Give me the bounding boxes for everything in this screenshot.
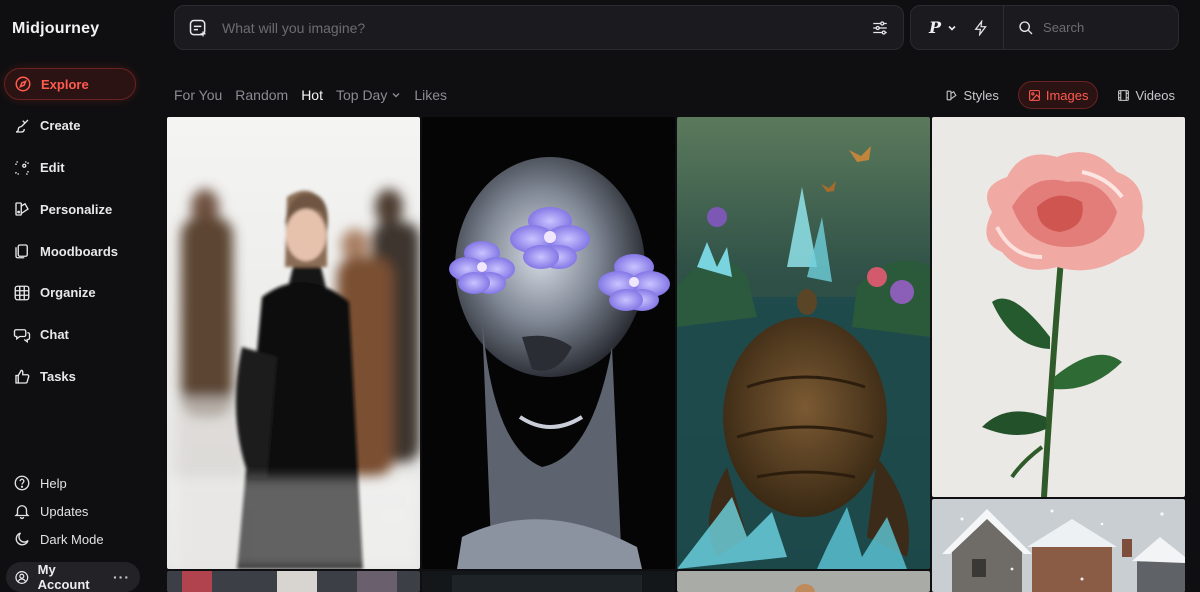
brand-logo[interactable]: Midjourney: [12, 20, 99, 38]
gallery-image-partial-3[interactable]: [677, 571, 930, 592]
image-prompt-icon[interactable]: [188, 18, 208, 38]
filter-random[interactable]: Random: [235, 87, 288, 103]
brush-icon: [15, 119, 29, 133]
nav-label: Personalize: [40, 201, 113, 217]
help-link[interactable]: Help: [0, 470, 160, 496]
prompt-bar: [174, 5, 904, 50]
nav-label: Chat: [40, 327, 69, 343]
nav-item-personalize[interactable]: Personalize: [4, 193, 136, 225]
lightning-icon[interactable]: [973, 19, 989, 36]
nav-label: Explore: [41, 76, 89, 92]
help-label: Help: [40, 475, 67, 491]
personalize-toggle[interactable]: P: [929, 18, 957, 37]
gallery-image-rose[interactable]: [932, 117, 1185, 497]
secondary-nav: Help Updates Dark Mode: [0, 470, 160, 555]
styles-icon: [947, 90, 957, 100]
nav-item-tasks[interactable]: Tasks: [4, 361, 136, 393]
user-circle-icon: [15, 570, 29, 584]
thumbs-up-icon: [15, 369, 30, 384]
gallery-image-partial-2[interactable]: [422, 571, 675, 592]
gallery-image-partial-1[interactable]: [167, 571, 420, 592]
gallery-image-snowy-houses[interactable]: [932, 499, 1185, 592]
tab-videos[interactable]: Videos: [1108, 81, 1184, 109]
more-icon[interactable]: ···: [113, 569, 130, 585]
nav-label: Edit: [40, 160, 65, 176]
chat-icon: [13, 328, 31, 343]
dark-mode-label: Dark Mode: [40, 531, 104, 547]
filter-top-day-label: Top Day: [335, 87, 388, 103]
image-icon: [1028, 89, 1040, 101]
gallery-image-chrome-head[interactable]: [422, 117, 675, 569]
tools-bar: P: [910, 5, 1179, 50]
nav-label: Tasks: [40, 369, 76, 385]
nav-item-create[interactable]: Create: [4, 110, 136, 142]
media-tabs: Styles Images Videos: [936, 81, 1184, 109]
tab-images-label: Images: [1045, 87, 1089, 103]
tab-images[interactable]: Images: [1017, 81, 1099, 109]
nav-label: Moodboards: [40, 243, 118, 259]
account-button[interactable]: My Account ···: [6, 562, 140, 592]
personalize-label: P: [929, 18, 942, 37]
settings-sliders-icon[interactable]: [871, 19, 889, 37]
palette-icon: [15, 202, 29, 217]
nav-item-moodboards[interactable]: Moodboards: [4, 235, 136, 267]
account-label: My Account: [37, 562, 90, 592]
film-icon: [1118, 89, 1130, 101]
filter-hot[interactable]: Hot: [301, 87, 323, 103]
edit-frame-icon: [15, 160, 29, 175]
cards-icon: [15, 244, 28, 259]
updates-link[interactable]: Updates: [0, 498, 160, 524]
gallery-image-portrait[interactable]: [167, 117, 420, 569]
nav-item-edit[interactable]: Edit: [4, 152, 136, 184]
search-input[interactable]: [1043, 20, 1164, 35]
sidebar: Midjourney Explore Create Edit Personali…: [0, 0, 160, 592]
nav-item-explore[interactable]: Explore: [4, 68, 136, 100]
nav-label: Organize: [40, 285, 96, 301]
tab-videos-label: Videos: [1135, 87, 1175, 103]
chevron-down-icon: [948, 25, 956, 31]
help-icon: [14, 475, 30, 491]
tab-styles[interactable]: Styles: [936, 81, 1007, 109]
bell-icon: [14, 505, 30, 520]
search-box[interactable]: [1018, 20, 1164, 36]
tab-styles-label: Styles: [963, 87, 999, 103]
chevron-down-icon: [392, 93, 400, 98]
nav-item-chat[interactable]: Chat: [4, 319, 136, 351]
main-nav: Explore Create Edit Personalize Moodboar…: [0, 68, 160, 402]
filter-top-day[interactable]: Top Day: [336, 87, 401, 103]
updates-label: Updates: [40, 503, 89, 519]
search-icon: [1019, 20, 1033, 34]
image-gallery: [167, 117, 1187, 592]
moon-icon: [15, 532, 29, 546]
toolbar-divider: [1003, 5, 1005, 50]
gallery-image-turtle[interactable]: [677, 117, 930, 569]
nav-item-organize[interactable]: Organize: [4, 277, 136, 309]
grid-icon: [14, 285, 30, 301]
filter-likes[interactable]: Likes: [414, 87, 447, 103]
compass-icon: [15, 76, 31, 92]
nav-label: Create: [40, 118, 81, 134]
filter-for-you[interactable]: For You: [174, 87, 222, 103]
dark-mode-toggle[interactable]: Dark Mode: [0, 526, 160, 552]
feed-filters: For You Random Hot Top Day Likes: [174, 85, 447, 105]
prompt-input[interactable]: [222, 19, 871, 36]
